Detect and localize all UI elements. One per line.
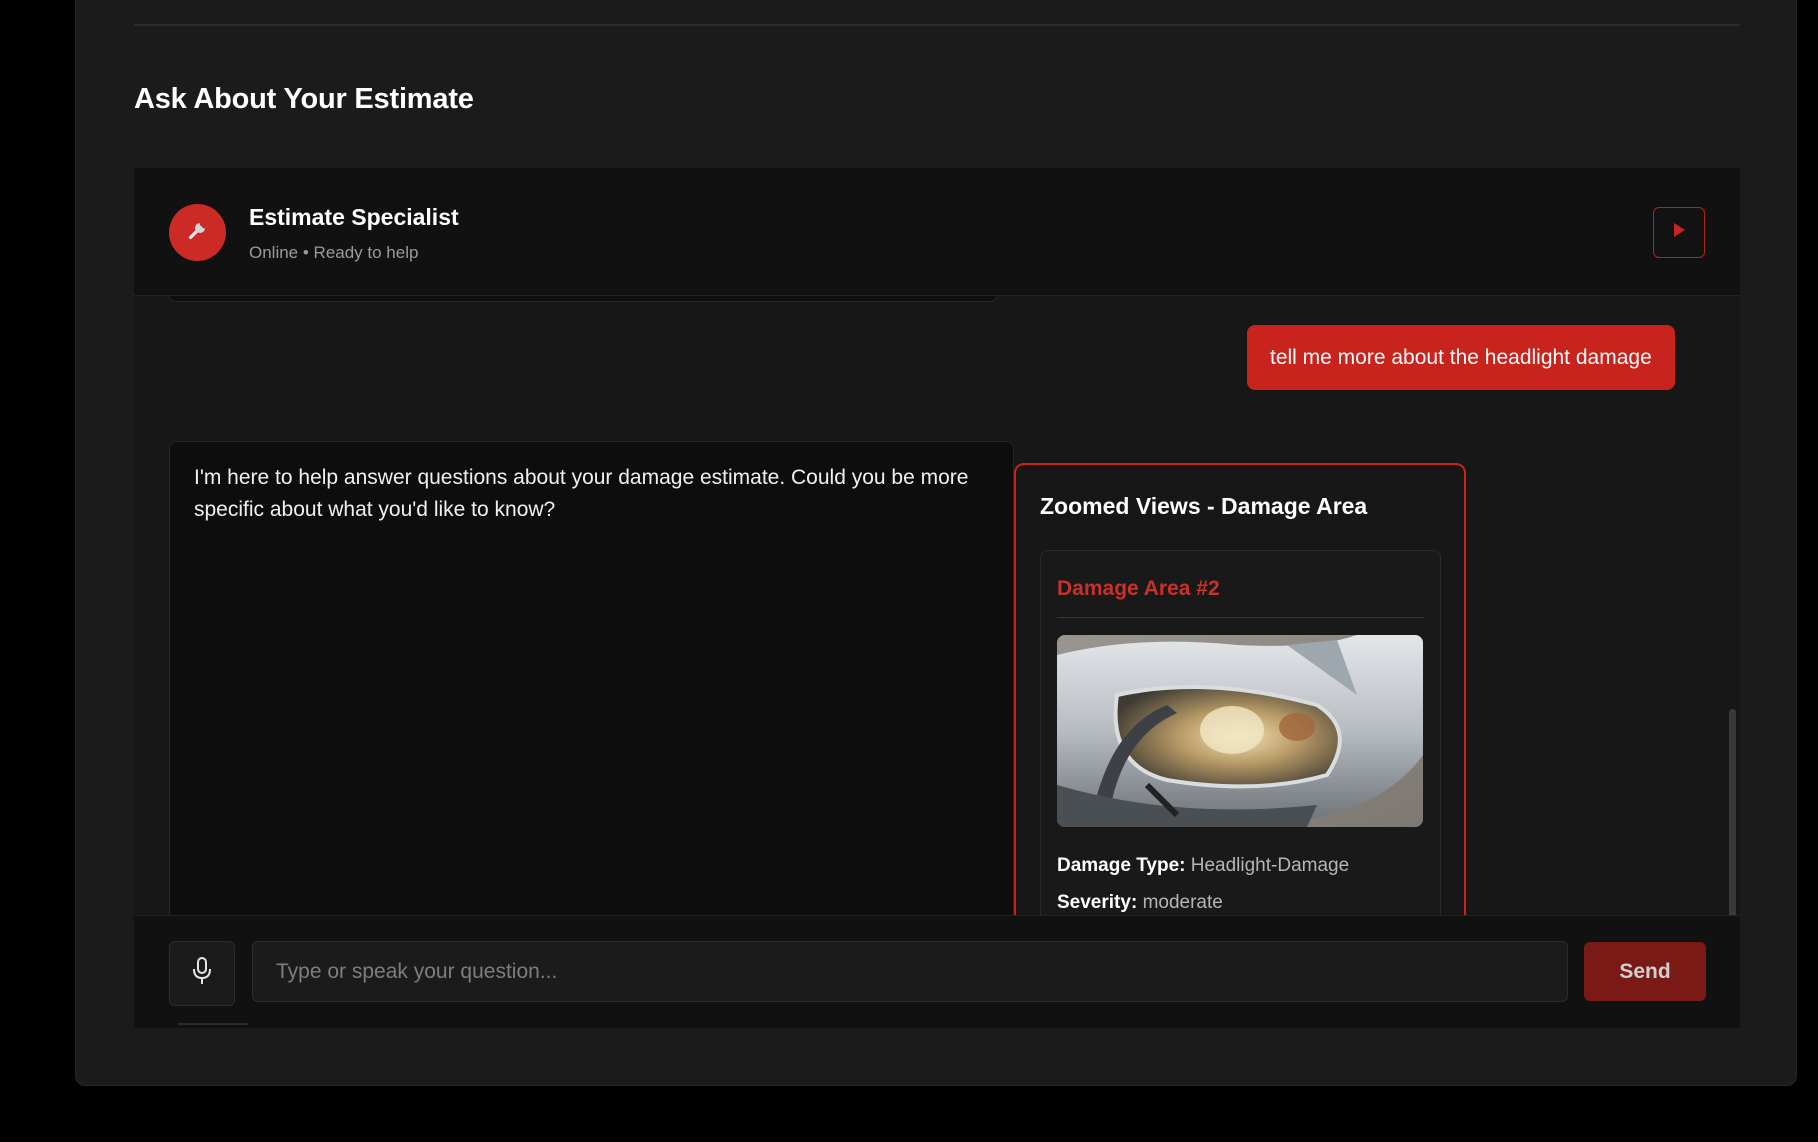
damage-area-divider bbox=[1057, 617, 1424, 618]
damage-type-value: Headlight-Damage bbox=[1190, 855, 1350, 876]
play-icon bbox=[1671, 221, 1687, 244]
wrench-icon bbox=[183, 215, 213, 250]
chat-input-bar: Send bbox=[134, 915, 1740, 1028]
previous-message bbox=[169, 296, 997, 302]
severity-value: moderate bbox=[1142, 892, 1223, 913]
section-divider bbox=[134, 24, 1740, 26]
damage-area-title: Damage Area #2 bbox=[1057, 577, 1220, 600]
damage-type-label: Damage Type: bbox=[1057, 855, 1186, 876]
severity-label: Severity: bbox=[1057, 892, 1138, 913]
agent-status: Online • Ready to help bbox=[249, 243, 419, 262]
messages-area[interactable]: tell me more about the headlight damage … bbox=[134, 296, 1740, 915]
send-button[interactable]: Send bbox=[1584, 942, 1706, 1001]
zoomed-views-card: Zoomed Views - Damage Area Damage Area #… bbox=[1014, 463, 1466, 915]
zoomed-views-title: Zoomed Views - Damage Area bbox=[1040, 493, 1368, 519]
play-audio-button[interactable] bbox=[1653, 207, 1705, 258]
chat-window: Estimate Specialist Online • Ready to he… bbox=[134, 168, 1740, 1028]
user-message: tell me more about the headlight damage bbox=[1247, 325, 1675, 390]
damage-area-card: Damage Area #2 Damage Type: Headlight-Da… bbox=[1040, 550, 1441, 915]
input-underline bbox=[178, 1023, 248, 1025]
bot-message-text: I'm here to help answer questions about … bbox=[194, 466, 969, 521]
microphone-icon bbox=[191, 956, 213, 991]
question-input[interactable] bbox=[252, 941, 1568, 1002]
voice-input-button[interactable] bbox=[169, 941, 235, 1006]
agent-avatar bbox=[169, 204, 226, 261]
bot-message: I'm here to help answer questions about … bbox=[169, 441, 1014, 915]
estimate-chat-panel: Ask About Your Estimate Estimate Special… bbox=[75, 0, 1797, 1086]
severity-row: Severity: moderate bbox=[1057, 892, 1223, 914]
chat-header: Estimate Specialist Online • Ready to he… bbox=[134, 168, 1740, 296]
agent-name: Estimate Specialist bbox=[249, 204, 459, 230]
damage-photo[interactable] bbox=[1057, 635, 1423, 827]
damage-type-row: Damage Type: Headlight-Damage bbox=[1057, 855, 1349, 877]
section-title: Ask About Your Estimate bbox=[134, 83, 474, 115]
